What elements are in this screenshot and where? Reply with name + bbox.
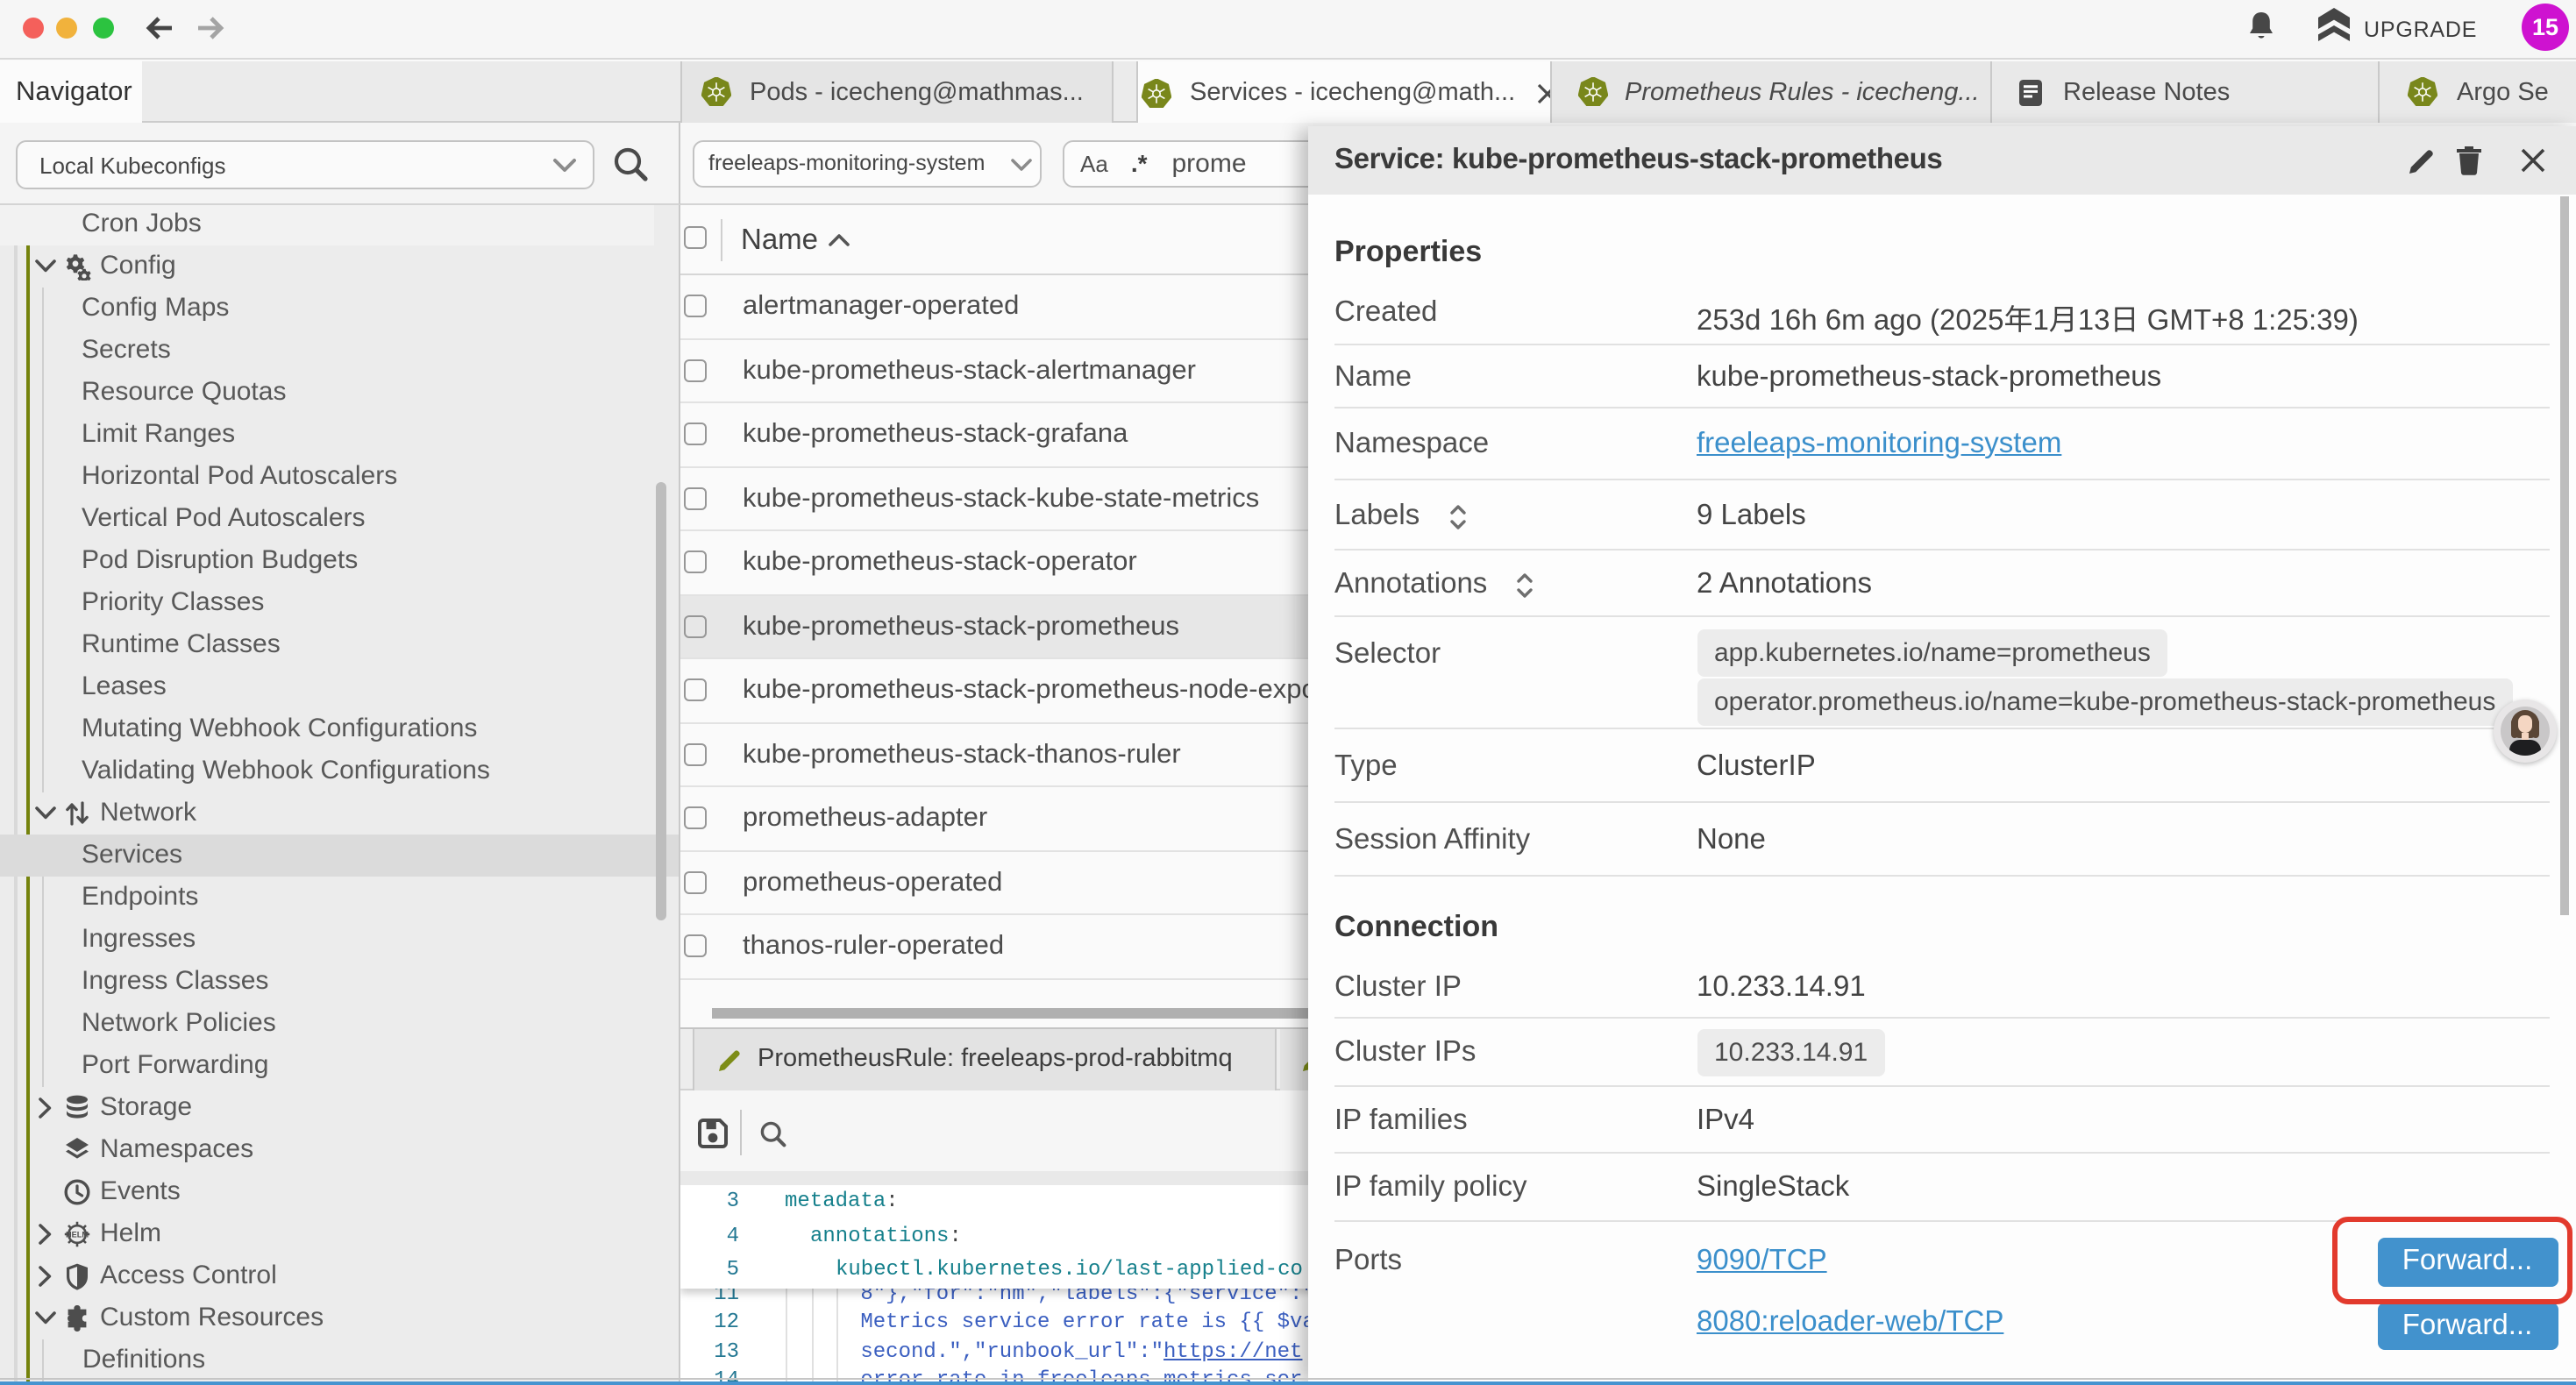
svg-text:HELM: HELM	[66, 1230, 89, 1239]
